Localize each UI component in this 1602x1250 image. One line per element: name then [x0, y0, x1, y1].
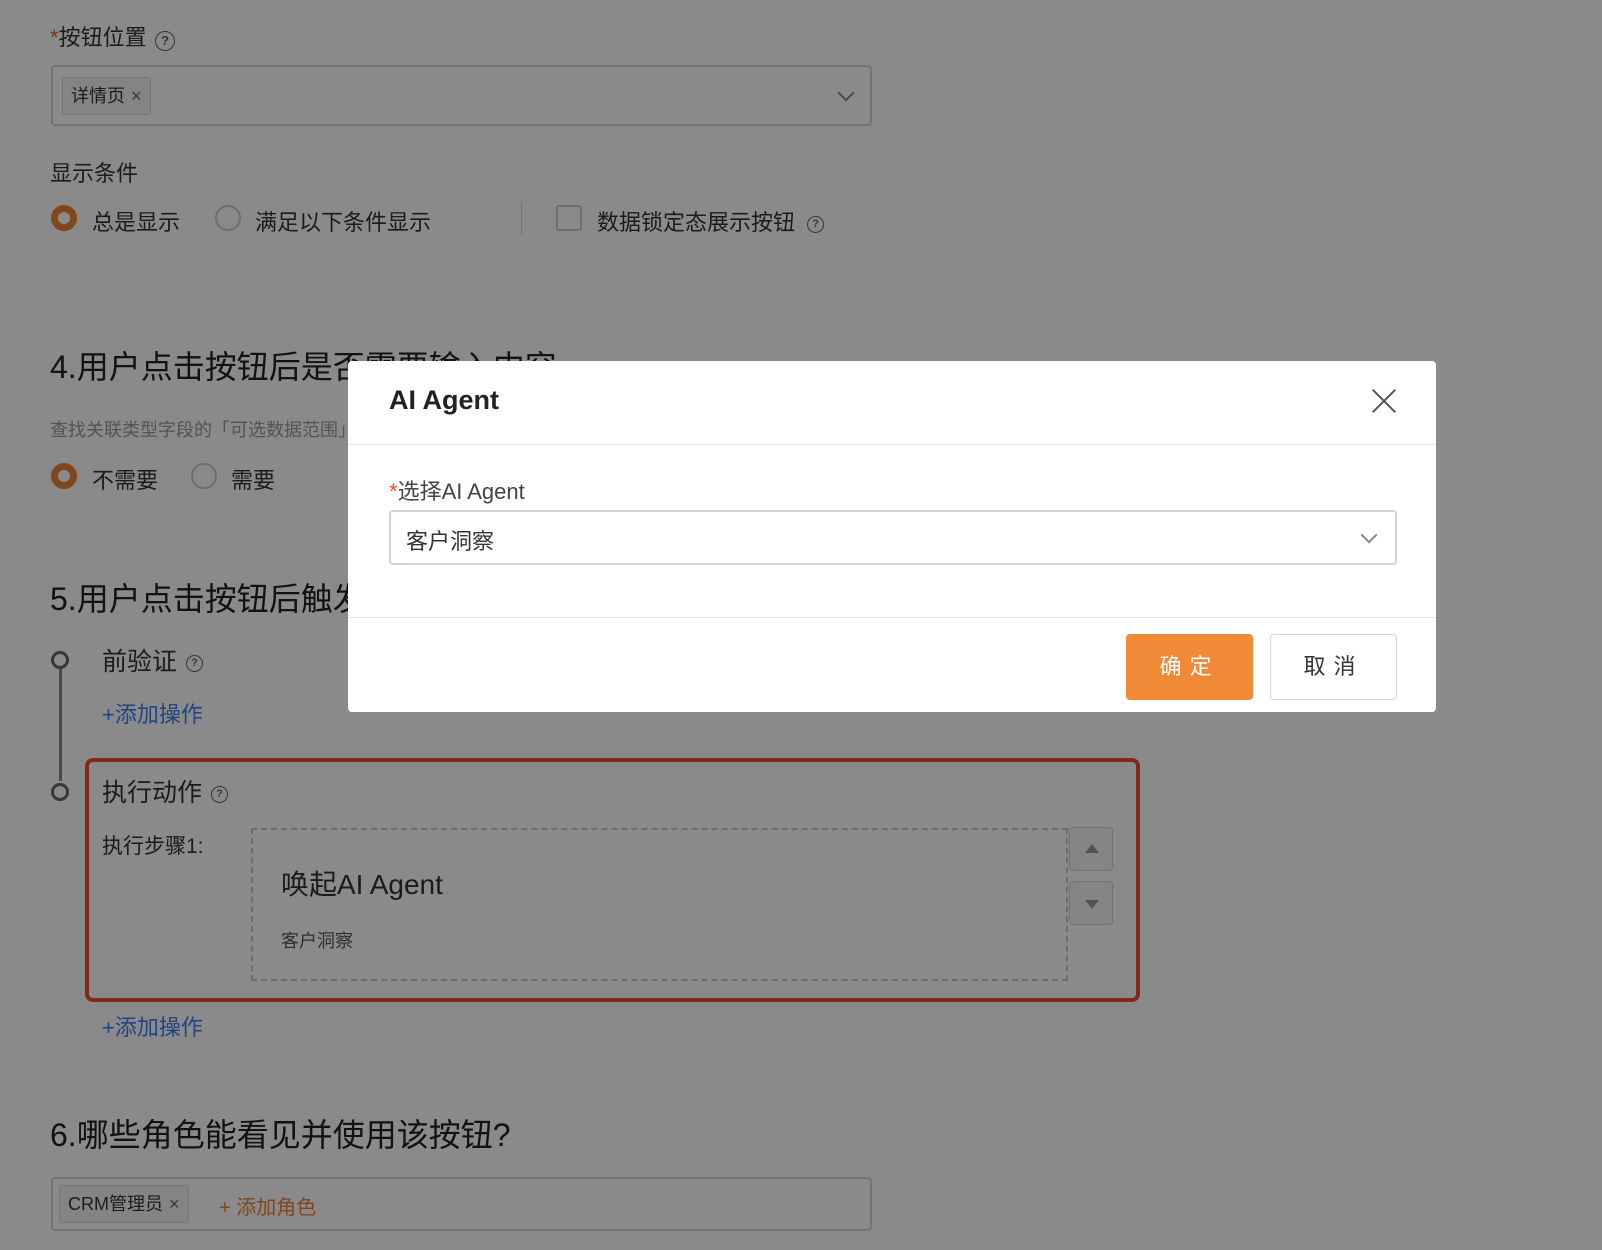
modal-title: AI Agent: [389, 385, 499, 415]
modal-footer-divider: [348, 617, 1436, 618]
cancel-button[interactable]: 取消: [1270, 634, 1397, 700]
chevron-down-icon: [1360, 526, 1378, 544]
ai-agent-modal: AI Agent *选择AI Agent 客户洞察 确定 取消: [348, 361, 1436, 712]
confirm-button[interactable]: 确定: [1126, 634, 1253, 700]
modal-header-divider: [348, 444, 1436, 445]
agent-field-label: 选择AI Agent: [397, 479, 525, 504]
agent-select[interactable]: 客户洞察: [389, 510, 1397, 565]
agent-select-value: 客户洞察: [406, 529, 495, 554]
close-icon[interactable]: [1368, 385, 1400, 417]
agent-field-label-wrap: *选择AI Agent: [389, 474, 525, 506]
required-mark: *: [389, 479, 398, 504]
